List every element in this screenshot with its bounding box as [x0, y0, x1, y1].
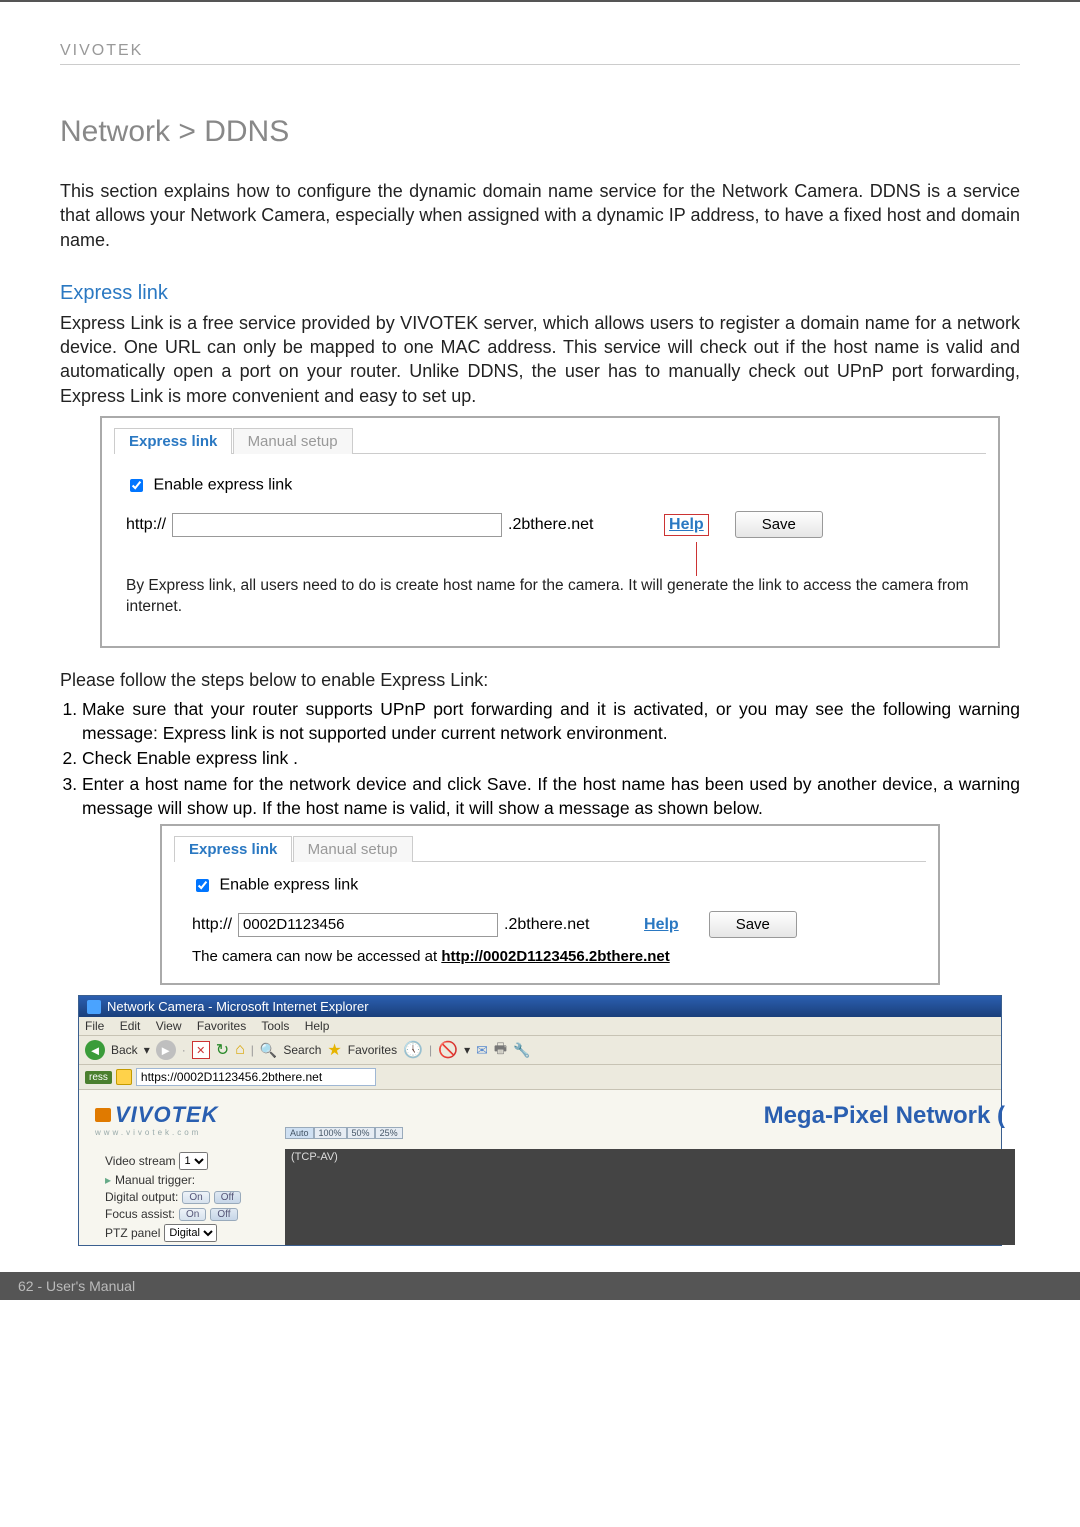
enable-express-link-label-2: Enable express link [219, 877, 358, 894]
codec-caption: (TCP-AV) [285, 1149, 1015, 1165]
forward-icon[interactable]: ► [156, 1040, 176, 1060]
ie-toolbar: ◄ Back ▾ ► · ✕ ↻ ⌂ | 🔍 Search ★ Favorite… [79, 1035, 1001, 1065]
ie-titlebar: Network Camera - Microsoft Internet Expl… [79, 996, 1001, 1017]
save-button[interactable]: Save [735, 511, 823, 538]
help-link-2[interactable]: Help [640, 915, 683, 935]
back-label[interactable]: Back [111, 1043, 138, 1057]
search-label[interactable]: Search [283, 1043, 321, 1057]
brand-header: VIVOTEK [60, 42, 1020, 60]
size-50[interactable]: 50% [347, 1127, 375, 1139]
ie-app-icon [87, 1000, 101, 1014]
url-suffix-2: .2bthere.net [504, 916, 634, 934]
url-suffix: .2bthere.net [508, 516, 658, 534]
address-label: ress [85, 1071, 112, 1084]
menu-view[interactable]: View [156, 1019, 182, 1033]
focus-assist-off[interactable]: Off [210, 1208, 237, 1221]
menu-favorites[interactable]: Favorites [197, 1019, 246, 1033]
camera-icon [95, 1108, 111, 1122]
url-prefix-2: http:// [192, 916, 232, 934]
url-prefix: http:// [126, 516, 166, 534]
focus-assist-label: Focus assist: [105, 1207, 175, 1221]
access-message-prefix: The camera can now be accessed at [192, 948, 441, 965]
back-dropdown-icon[interactable]: ▾ [144, 1043, 150, 1057]
size-auto[interactable]: Auto [285, 1127, 314, 1139]
mail-icon[interactable]: ✉ [476, 1042, 488, 1059]
focus-assist-on[interactable]: On [179, 1208, 206, 1221]
intro-paragraph: This section explains how to configure t… [60, 179, 1020, 252]
menu-help[interactable]: Help [305, 1019, 330, 1033]
express-link-heading: Express link [60, 282, 1020, 305]
header-rule [60, 64, 1020, 65]
home-icon[interactable]: ⌂ [235, 1041, 245, 1059]
back-icon[interactable]: ◄ [85, 1040, 105, 1060]
ie-window-title: Network Camera - Microsoft Internet Expl… [107, 999, 369, 1014]
tab-manual-setup[interactable]: Manual setup [233, 428, 353, 454]
menu-file[interactable]: File [85, 1019, 104, 1033]
help-link[interactable]: Help [664, 514, 709, 536]
favorites-icon[interactable]: ★ [327, 1040, 341, 1060]
ptz-panel-label: PTZ panel [105, 1226, 160, 1240]
address-input[interactable] [136, 1068, 376, 1086]
tab-bar: Express link Manual setup [102, 418, 998, 454]
favorites-label[interactable]: Favorites [348, 1043, 397, 1057]
search-icon[interactable]: 🔍 [260, 1042, 277, 1059]
enable-express-link-checkbox[interactable] [130, 479, 143, 492]
page-icon [116, 1069, 132, 1085]
ie-menubar: File Edit View Favorites Tools Help [79, 1017, 1001, 1035]
blocked-icon[interactable]: 🚫 [438, 1040, 458, 1060]
size-100[interactable]: 100% [314, 1127, 347, 1139]
save-button-2[interactable]: Save [709, 911, 797, 938]
page-footer: 62 - User's Manual [0, 1272, 1080, 1300]
help-callout-line [696, 542, 974, 576]
enable-express-link-label: Enable express link [153, 477, 292, 494]
refresh-icon[interactable]: ↻ [216, 1040, 229, 1060]
digital-output-label: Digital output: [105, 1190, 178, 1204]
express-link-note: By Express link, all users need to do is… [126, 576, 974, 618]
banner-title: Mega-Pixel Network ( [764, 1102, 1005, 1130]
vivotek-logo-sub: www.vivotek.com [95, 1128, 219, 1137]
steps-intro: Please follow the steps below to enable … [60, 668, 1020, 692]
hostname-input[interactable] [172, 513, 502, 537]
size-25[interactable]: 25% [375, 1127, 403, 1139]
history-icon[interactable]: 🕔 [403, 1040, 423, 1060]
ptz-panel-select[interactable]: Digital [164, 1224, 217, 1242]
zoom-size-bar: Auto 100% 50% 25% [285, 1127, 403, 1139]
research-icon[interactable]: 🔧 [513, 1042, 530, 1059]
digital-output-on[interactable]: On [182, 1191, 209, 1204]
video-stream-select[interactable]: 1 [179, 1152, 208, 1170]
express-link-panel-filled: Express link Manual setup Enable express… [160, 824, 940, 985]
print-icon[interactable]: 🖶 [494, 1038, 507, 1062]
enable-express-link-checkbox-2[interactable] [196, 879, 209, 892]
steps-list: Make sure that your router supports UPnP… [60, 698, 1020, 820]
step-3: Enter a host name for the network device… [82, 773, 1020, 820]
stop-icon[interactable]: ✕ [192, 1041, 210, 1059]
tab-manual-setup-2[interactable]: Manual setup [293, 836, 413, 862]
step-1: Make sure that your router supports UPnP… [82, 698, 1020, 745]
digital-output-off[interactable]: Off [214, 1191, 241, 1204]
video-viewport: Auto 100% 50% 25% (TCP-AV) [285, 1149, 1015, 1245]
express-link-paragraph: Express Link is a free service provided … [60, 311, 1020, 408]
breadcrumb: Network > DDNS [60, 115, 1020, 149]
tab-express-link-2[interactable]: Express link [174, 836, 292, 862]
ie-address-bar: ress [79, 1065, 1001, 1090]
vivotek-logo: VIVOTEK www.vivotek.com [95, 1102, 219, 1137]
ie-window: Network Camera - Microsoft Internet Expl… [78, 995, 1002, 1246]
step-2: Check Enable express link . [82, 747, 1020, 771]
camera-control-panel: Video stream 1 ▸ Manual trigger: Digital… [105, 1149, 275, 1245]
tab-bar-2: Express link Manual setup [162, 826, 938, 862]
manual-trigger-label: Manual trigger: [115, 1173, 195, 1187]
access-url-link[interactable]: http://0002D1123456.2bthere.net [441, 948, 669, 965]
expand-icon[interactable]: ▸ [105, 1173, 111, 1187]
express-link-panel: Express link Manual setup Enable express… [100, 416, 1000, 648]
menu-edit[interactable]: Edit [120, 1019, 141, 1033]
menu-tools[interactable]: Tools [261, 1019, 289, 1033]
video-stream-label: Video stream [105, 1154, 175, 1168]
hostname-input-2[interactable] [238, 913, 498, 937]
tab-express-link[interactable]: Express link [114, 428, 232, 454]
